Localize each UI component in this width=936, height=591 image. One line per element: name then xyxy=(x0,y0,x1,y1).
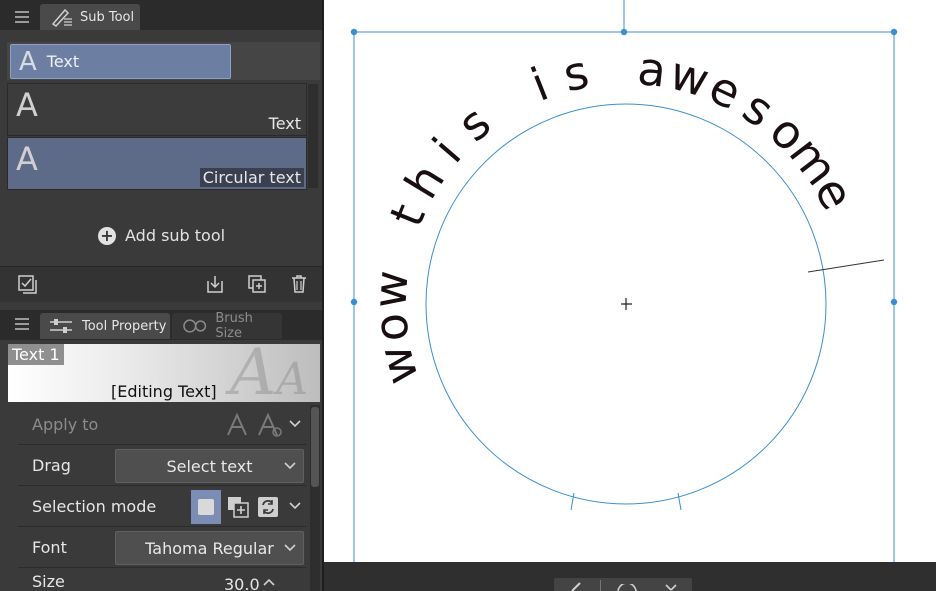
add-selection-icon[interactable] xyxy=(226,495,250,519)
new-selection-button[interactable] xyxy=(191,490,221,524)
subtool-scrollbar[interactable] xyxy=(308,84,318,188)
circular-text-glyph: s xyxy=(448,95,501,152)
circular-text-glyph: w xyxy=(367,340,429,390)
circular-text-glyph: s xyxy=(559,44,594,102)
path-tick-right xyxy=(677,492,682,511)
text-layer-apply-icon[interactable] xyxy=(256,411,284,439)
handle-top-right[interactable] xyxy=(890,28,898,36)
subtool-item-circular-text[interactable]: A Circular text xyxy=(7,137,307,190)
drag-select[interactable]: Select text xyxy=(115,449,304,483)
size-value[interactable]: 30.0 xyxy=(224,575,260,591)
circular-text-glyph: a xyxy=(635,41,669,98)
subtool-group-text[interactable]: A Text xyxy=(10,44,231,79)
pen-tool-icon xyxy=(51,8,72,27)
prop-row-selection-mode: Selection mode xyxy=(18,487,306,527)
tool-property-tabbar: Tool Property Brush Size xyxy=(0,310,322,341)
editing-status: [Editing Text] xyxy=(111,382,217,401)
close-icon[interactable] xyxy=(664,583,678,591)
canvas-area[interactable]: wow this is awesome xyxy=(324,0,936,591)
subtool-item-text[interactable]: A Text xyxy=(7,83,307,136)
tab-brush-size[interactable]: Brush Size xyxy=(172,311,282,341)
canvas-bottom-bar xyxy=(324,562,936,591)
circular-text-glyph: w xyxy=(362,269,418,310)
center-crosshair-icon xyxy=(621,298,632,310)
chevron-down-icon[interactable] xyxy=(288,417,302,431)
prop-row-size: Size 30.0 xyxy=(18,569,306,591)
text-tool-watermark-icon: AA xyxy=(230,344,308,402)
drag-label: Drag xyxy=(32,456,71,475)
circular-text-glyph: h xyxy=(394,155,455,208)
handle-top-left[interactable] xyxy=(350,28,358,36)
sliders-icon xyxy=(50,319,72,333)
circle-option-icon[interactable] xyxy=(616,584,638,591)
left-panel: Sub Tool A Text A Text A Circular text +… xyxy=(0,0,322,591)
tab-tool-property[interactable]: Tool Property xyxy=(40,313,170,339)
tab-sub-tool[interactable]: Sub Tool xyxy=(40,4,140,30)
text-apply-icon[interactable] xyxy=(224,411,250,439)
circular-text-glyph: i xyxy=(524,57,556,112)
prop-row-drag: Drag Select text xyxy=(18,446,306,486)
apply-to-label: Apply to xyxy=(32,415,99,434)
add-sub-tool-label: Add sub tool xyxy=(125,226,226,245)
handle-right[interactable] xyxy=(890,298,898,306)
path-tick-left xyxy=(570,492,575,511)
transform-handles[interactable] xyxy=(350,28,898,576)
text-tool-icon: A xyxy=(16,140,38,178)
square-icon xyxy=(198,499,214,515)
subtool-tabbar: Sub Tool xyxy=(0,0,322,30)
chevron-down-icon xyxy=(284,544,296,552)
scrollbar-thumb[interactable] xyxy=(311,407,319,487)
tool-preset-preview[interactable]: AA Text 1 [Editing Text] xyxy=(8,344,320,402)
prop-row-apply-to: Apply to xyxy=(18,405,306,445)
selection-mode-label: Selection mode xyxy=(32,497,157,516)
text-tool-icon: A xyxy=(16,86,38,124)
brush-size-icon xyxy=(183,319,207,333)
prop-row-font: Font Tahoma Regular xyxy=(18,528,306,568)
import-icon[interactable] xyxy=(204,273,226,295)
duplicate-icon[interactable] xyxy=(246,273,268,295)
font-select[interactable]: Tahoma Regular xyxy=(115,531,304,565)
checkbox-settings-icon[interactable] xyxy=(16,273,38,295)
tab-brush-size-label: Brush Size xyxy=(215,311,253,341)
circular-text[interactable]: wow this is awesome xyxy=(362,41,865,390)
handle-top[interactable] xyxy=(620,28,628,36)
subtool-group-label: Text xyxy=(46,52,80,71)
handle-left[interactable] xyxy=(350,298,358,306)
tab-sub-tool-label: Sub Tool xyxy=(80,9,135,25)
circular-text-glyph: o xyxy=(363,311,420,344)
drag-value: Select text xyxy=(166,456,253,476)
canvas-overlay: wow this is awesome xyxy=(350,0,898,576)
text-tool-icon: A xyxy=(19,46,37,77)
path-end-marker xyxy=(807,259,885,273)
canvas-mini-toolbar[interactable] xyxy=(554,578,692,591)
size-label: Size xyxy=(32,572,65,591)
tool-property-scrollbar[interactable] xyxy=(310,405,320,591)
chevron-down-icon xyxy=(284,462,296,470)
transform-bounding-box[interactable] xyxy=(353,31,895,573)
add-sub-tool-button[interactable]: + Add sub tool xyxy=(98,226,225,245)
font-label: Font xyxy=(32,538,67,557)
pen-icon[interactable] xyxy=(568,582,588,591)
chevron-down-icon[interactable] xyxy=(288,499,302,513)
panel-menu-icon[interactable] xyxy=(15,318,29,330)
plus-icon: + xyxy=(98,226,116,245)
chevron-up-icon[interactable] xyxy=(262,577,276,587)
preset-name: Text 1 xyxy=(8,344,64,365)
subtool-item-label: Circular text xyxy=(199,168,304,187)
subtool-item-label: Text xyxy=(268,114,301,133)
swap-selection-icon[interactable] xyxy=(256,495,280,519)
font-value: Tahoma Regular xyxy=(145,538,274,558)
tab-tool-property-label: Tool Property xyxy=(82,318,167,334)
circular-text-glyph: t xyxy=(379,197,436,234)
trash-icon[interactable] xyxy=(288,273,310,295)
subtool-toolbar xyxy=(0,266,322,302)
panel-menu-icon[interactable] xyxy=(15,11,29,23)
circular-text-glyph: i xyxy=(422,128,471,173)
